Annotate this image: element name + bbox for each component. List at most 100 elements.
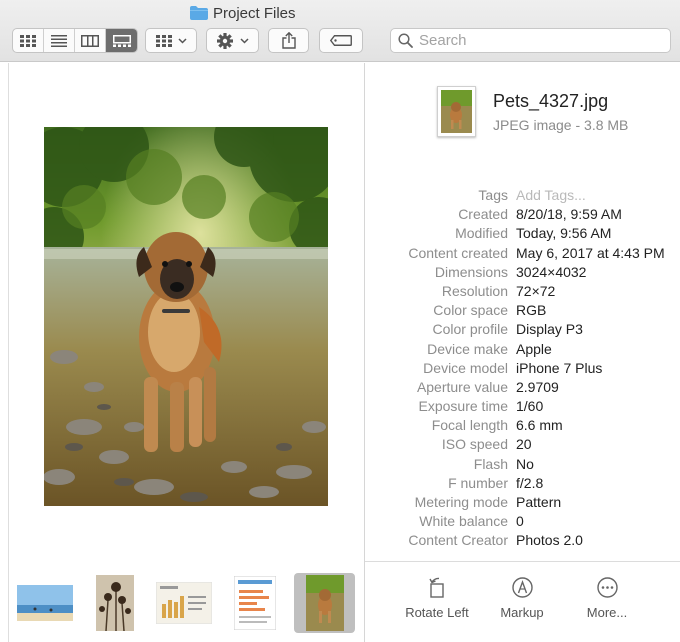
metadata-row: Device make Apple <box>365 340 680 359</box>
list-view-button[interactable] <box>44 29 75 52</box>
chevron-down-icon <box>177 37 187 44</box>
metadata-row: Flash No <box>365 455 680 474</box>
window-title: Project Files <box>190 4 296 22</box>
column-view-button[interactable] <box>75 29 106 52</box>
metadata-row: Dimensions 3024×4032 <box>365 263 680 282</box>
thumbnail-dog-selected[interactable] <box>294 573 355 633</box>
more-button[interactable]: More... <box>567 576 647 620</box>
metadata-key: Metering mode <box>414 494 508 510</box>
metadata-key: Focal length <box>431 417 508 434</box>
metadata-value: Apple <box>516 340 552 357</box>
metadata-value: Display P3 <box>516 321 583 338</box>
metadata-row: Resolution 72×72 <box>365 282 680 301</box>
metadata-row: Metering mode Pattern <box>365 493 680 512</box>
icon-grid-icon <box>20 34 36 47</box>
metadata-value: RGB <box>516 302 547 319</box>
tag-icon <box>330 35 352 46</box>
tags-button[interactable] <box>319 28 363 53</box>
markup-label: Markup <box>500 605 544 620</box>
metadata-key: White balance <box>419 513 508 530</box>
file-name: Pets_4327.jpg <box>493 91 609 111</box>
metadata-key: Resolution <box>441 282 508 299</box>
metadata-key: Content Creator <box>408 532 508 549</box>
metadata-key: Flash <box>473 455 508 472</box>
view-mode-control <box>12 28 138 53</box>
thumbnail-strip <box>8 563 364 642</box>
metadata-value: f/2.8 <box>516 474 544 491</box>
metadata-value: 8/20/18, 9:59 AM <box>516 206 622 223</box>
search-input[interactable] <box>419 32 659 49</box>
metadata-row: Focal length 6.6 mm <box>365 416 680 435</box>
icon-view-button[interactable] <box>13 29 44 52</box>
metadata-key: Dimensions <box>434 263 508 280</box>
markup-pen-icon <box>511 576 533 598</box>
thumbnail-beach[interactable] <box>16 573 74 633</box>
metadata-row: Exposure time 1/60 <box>365 397 680 416</box>
metadata-row: Device model iPhone 7 Plus <box>365 359 680 378</box>
group-grid-icon <box>155 34 172 47</box>
metadata-key: Device make <box>427 340 508 357</box>
share-icon <box>281 32 296 49</box>
metadata-value: No <box>516 455 534 472</box>
metadata-key: Aperture value <box>416 378 508 395</box>
metadata-row: Content Creator Photos 2.0 <box>365 531 680 550</box>
folder-icon <box>190 6 208 20</box>
metadata-key: Created <box>458 206 508 223</box>
metadata-value: 72×72 <box>516 282 556 299</box>
metadata-row: Color space RGB <box>365 301 680 320</box>
window-title-text: Project Files <box>213 4 296 22</box>
metadata-value: 3024×4032 <box>516 263 587 280</box>
metadata-value: 6.6 mm <box>516 417 563 434</box>
gallery-view-button[interactable] <box>106 29 137 52</box>
list-icon <box>51 34 67 47</box>
metadata-row: Tags Add Tags... <box>365 186 680 205</box>
metadata-value: Pattern <box>516 494 562 510</box>
metadata-value: Today, 9:56 AM <box>516 225 612 242</box>
gallery-icon <box>112 34 131 47</box>
thumbnail-flowers[interactable] <box>94 573 136 633</box>
metadata-value: 1/60 <box>516 398 544 415</box>
metadata-key: Color space <box>433 302 508 319</box>
metadata-value: 2.9709 <box>516 378 559 395</box>
dog-figure <box>136 232 222 452</box>
metadata-row: ISO speed 20 <box>365 435 680 454</box>
metadata-value: 20 <box>516 436 532 453</box>
thumbnail-chart-document[interactable] <box>155 573 213 633</box>
metadata-row: Modified Today, 9:56 AM <box>365 224 680 243</box>
share-button[interactable] <box>268 28 309 53</box>
more-label: More... <box>586 605 628 620</box>
metadata-value: Photos 2.0 <box>516 532 583 549</box>
metadata-row: White balance 0 <box>365 512 680 531</box>
metadata-key: Tags <box>478 187 508 203</box>
metadata-key: Color profile <box>432 321 508 338</box>
metadata-key: Exposure time <box>418 398 508 415</box>
metadata-value: iPhone 7 Plus <box>516 359 603 376</box>
toolbar: Project Files <box>0 0 680 62</box>
main-photo-preview <box>44 127 328 506</box>
thumbnail-spreadsheet[interactable] <box>232 573 278 633</box>
action-menu-button[interactable] <box>206 28 259 53</box>
metadata-row: F number f/2.8 <box>365 474 680 493</box>
metadata-row: Created 8/20/18, 9:59 AM <box>365 205 680 224</box>
metadata-row: Color profile Display P3 <box>365 320 680 339</box>
gear-icon <box>216 32 233 49</box>
metadata-key: Modified <box>455 225 508 242</box>
metadata-row: Content created May 6, 2017 at 4:43 PM <box>365 244 680 263</box>
chevron-down-icon <box>239 37 249 44</box>
markup-button[interactable]: Markup <box>482 576 562 620</box>
file-thumbnail-icon <box>437 86 476 137</box>
metadata-key: F number <box>448 474 508 491</box>
metadata-row: Aperture value 2.9709 <box>365 378 680 397</box>
search-field[interactable] <box>390 28 671 53</box>
columns-icon <box>81 34 99 47</box>
file-kind-size: JPEG image - 3.8 MB <box>493 117 629 133</box>
metadata-value: 0 <box>516 513 524 530</box>
search-icon <box>398 33 413 48</box>
add-tags-field[interactable]: Add Tags... <box>516 186 586 205</box>
rotate-left-label: Rotate Left <box>405 605 469 620</box>
metadata-list: Tags Add Tags... Created 8/20/18, 9:59 AM Mo… <box>365 186 680 551</box>
group-by-button[interactable] <box>145 28 197 53</box>
metadata-key: ISO speed <box>441 436 508 453</box>
rotate-left-button[interactable]: Rotate Left <box>397 576 477 620</box>
actions-divider <box>365 561 680 562</box>
